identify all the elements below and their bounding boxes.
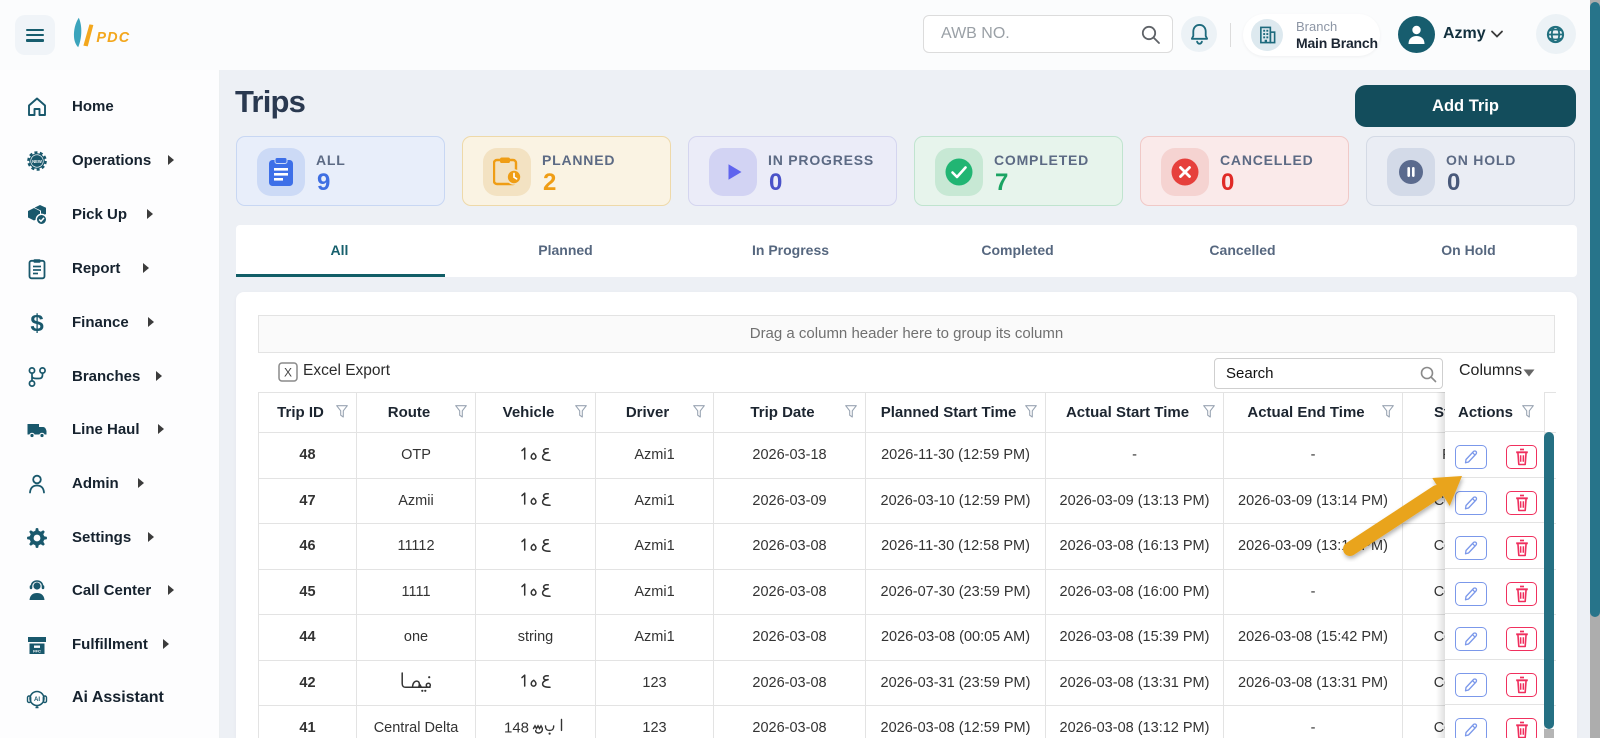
svg-text:AI: AI — [34, 697, 40, 703]
svg-text:FFC: FFC — [33, 649, 41, 654]
svg-text:$: $ — [30, 312, 44, 334]
svg-text:X: X — [284, 366, 292, 380]
svg-text:148: 148 — [504, 719, 529, 736]
svg-text:PDC: PDC — [96, 30, 130, 46]
svg-text:NEW: NEW — [32, 159, 42, 164]
